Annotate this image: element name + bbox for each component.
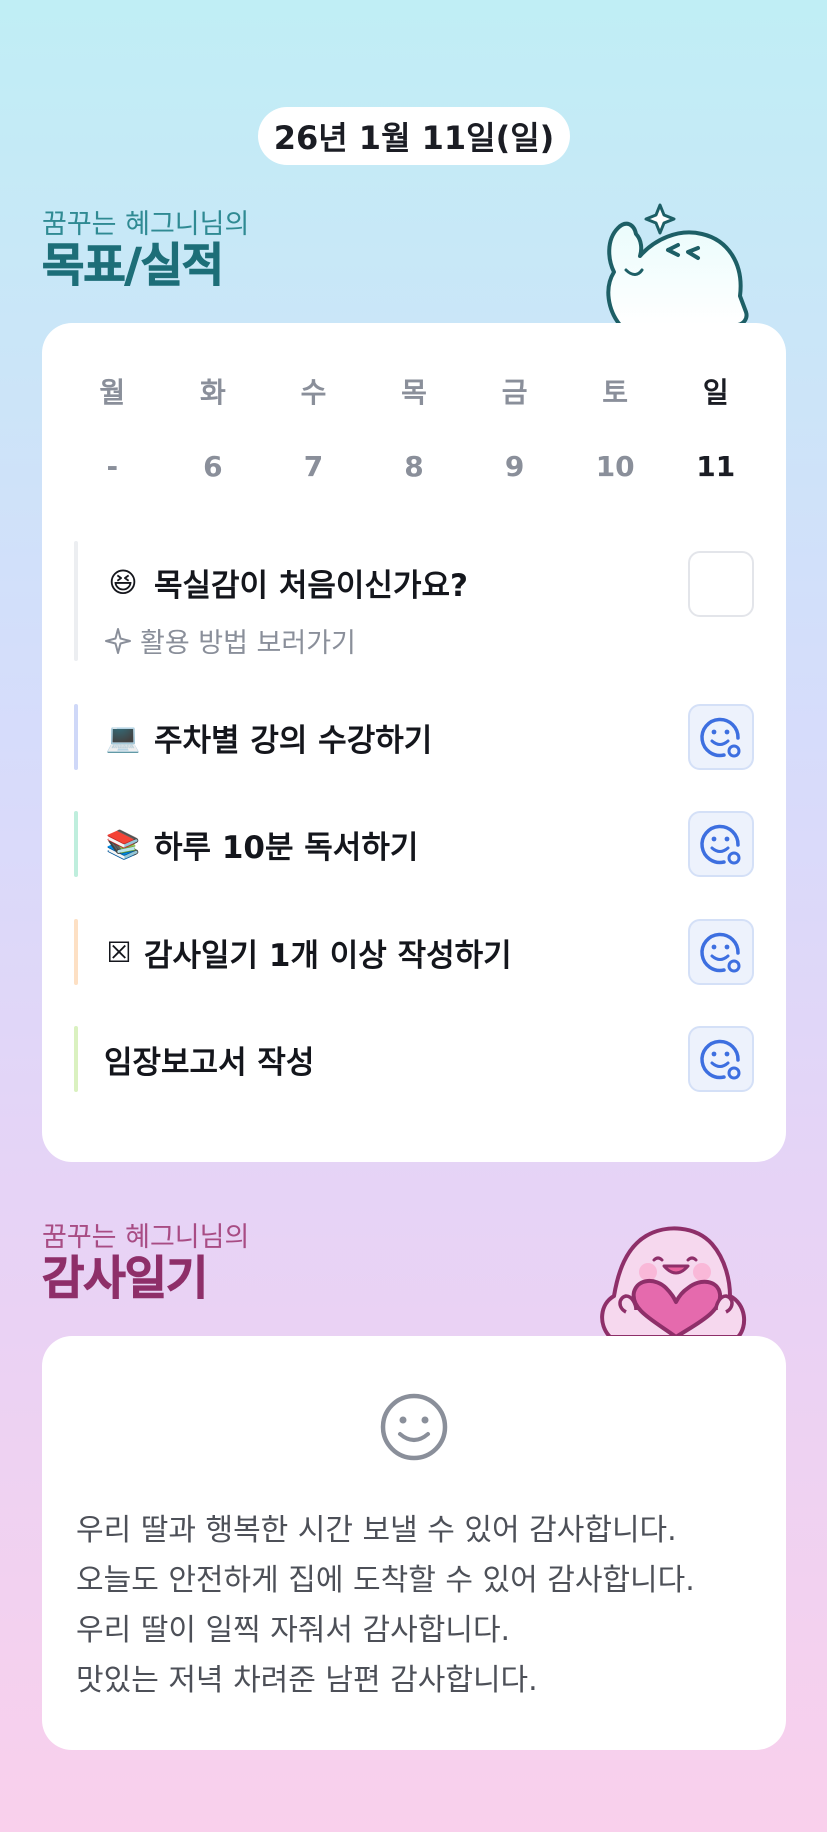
goal-title: 💻 주차별 강의 수강하기 [104,716,433,759]
goal-item-gratitude[interactable]: ☒ 감사일기 1개 이상 작성하기 [74,919,754,985]
weekday-fri[interactable]: 금 [464,373,565,413]
sparkle-icon [105,627,131,654]
goal-title: ☒ 감사일기 1개 이상 작성하기 [104,931,512,974]
gratitude-line: 오늘도 안전하게 집에 도착할 수 있어 감사합니다. [76,1563,695,1598]
goal-color-bar [74,1026,78,1092]
gratitude-line: 우리 딸과 행복한 시간 보낼 수 있어 감사합니다. [76,1513,677,1548]
smile-check-icon [700,717,741,758]
checkbox-cross-icon: ☒ [106,935,132,969]
laughing-emoji-icon: 😆 [108,565,138,599]
goal-section-title: 목표/실적 [41,238,224,292]
goal-done-button[interactable] [688,1026,754,1092]
goal-color-bar [74,541,78,661]
thanks-section-header: 꿈꾸는 혜그니님의 감사일기 [41,1222,250,1305]
goal-done-button[interactable] [688,919,754,985]
goal-item-reading[interactable]: 📚 하루 10분 독서하기 [74,811,754,877]
weekday-mon[interactable]: 월 [62,373,163,413]
heart-mascot-icon [600,1226,747,1337]
goal-checkbox-empty[interactable] [688,551,754,617]
smile-check-icon [700,824,741,865]
date-fri[interactable]: 9 [464,447,565,487]
goal-color-bar [74,704,78,770]
date-tue[interactable]: 6 [163,447,264,487]
goal-label: 임장보고서 작성 [104,1044,315,1081]
how-to-use-label: 활용 방법 보러가기 [140,628,356,659]
goal-item-intro[interactable]: 😆 목실감이 처음이신가요? 활용 방법 보러가기 [74,541,754,661]
goal-done-button[interactable] [688,704,754,770]
date-pill[interactable]: 26년 1월 11일(일) [258,107,570,165]
goal-item-report[interactable]: 임장보고서 작성 [74,1026,754,1092]
goal-label: 목실감이 처음이신가요? [154,567,468,604]
thanks-card: 우리 딸과 행복한 시간 보낼 수 있어 감사합니다. 오늘도 안전하게 집에 … [42,1336,786,1750]
gratitude-line: 우리 딸이 일찍 자줘서 감사합니다. [76,1613,511,1648]
goal-title: 😆 목실감이 처음이신가요? [104,561,468,604]
weekday-row: 월 화 수 목 금 토 일 [42,373,786,413]
smile-check-icon [700,932,741,973]
thanks-section-subtitle: 꿈꾸는 혜그니님의 [42,1222,250,1253]
week-calendar: 월 화 수 목 금 토 일 - 6 7 8 9 10 11 [42,373,786,487]
date-wed[interactable]: 7 [263,447,364,487]
goal-color-bar [74,811,78,877]
date-thu[interactable]: 8 [364,447,465,487]
goal-label: 주차별 강의 수강하기 [154,722,433,759]
weekday-sat[interactable]: 토 [565,373,666,413]
smile-check-icon [700,1039,741,1080]
laptop-emoji-icon: 💻 [105,720,141,754]
smile-face-icon [380,1393,448,1461]
weekday-tue[interactable]: 화 [163,373,264,413]
goal-item-lecture[interactable]: 💻 주차별 강의 수강하기 [74,704,754,770]
goal-section-header: 꿈꾸는 혜그니님의 목표/실적 [41,209,250,292]
goal-title: 임장보고서 작성 [104,1038,315,1081]
weekday-thu[interactable]: 목 [364,373,465,413]
goal-card: 월 화 수 목 금 토 일 - 6 7 8 9 10 11 😆 목실감이 처음이… [42,323,786,1162]
date-row: - 6 7 8 9 10 11 [42,447,786,487]
goal-title: 📚 하루 10분 독서하기 [104,823,419,866]
books-emoji-icon: 📚 [105,827,141,861]
how-to-use-link[interactable]: 활용 방법 보러가기 [104,621,356,660]
gratitude-line: 맛있는 저녁 차려준 남편 감사합니다. [76,1663,538,1698]
weekday-sun[interactable]: 일 [665,373,766,413]
date-sat[interactable]: 10 [565,447,666,487]
date-sun[interactable]: 11 [665,447,766,487]
goal-label: 감사일기 1개 이상 작성하기 [144,937,512,974]
goal-label: 하루 10분 독서하기 [154,829,419,866]
waving-mascot-icon [606,203,749,325]
goal-done-button[interactable] [688,811,754,877]
thanks-section-title: 감사일기 [41,1251,208,1305]
date-mon[interactable]: - [62,447,163,487]
goal-section-subtitle: 꿈꾸는 혜그니님의 [42,209,250,240]
weekday-wed[interactable]: 수 [263,373,364,413]
gratitude-entries: 우리 딸과 행복한 시간 보낼 수 있어 감사합니다. 오늘도 안전하게 집에 … [76,1506,695,1706]
goal-color-bar [74,919,78,985]
